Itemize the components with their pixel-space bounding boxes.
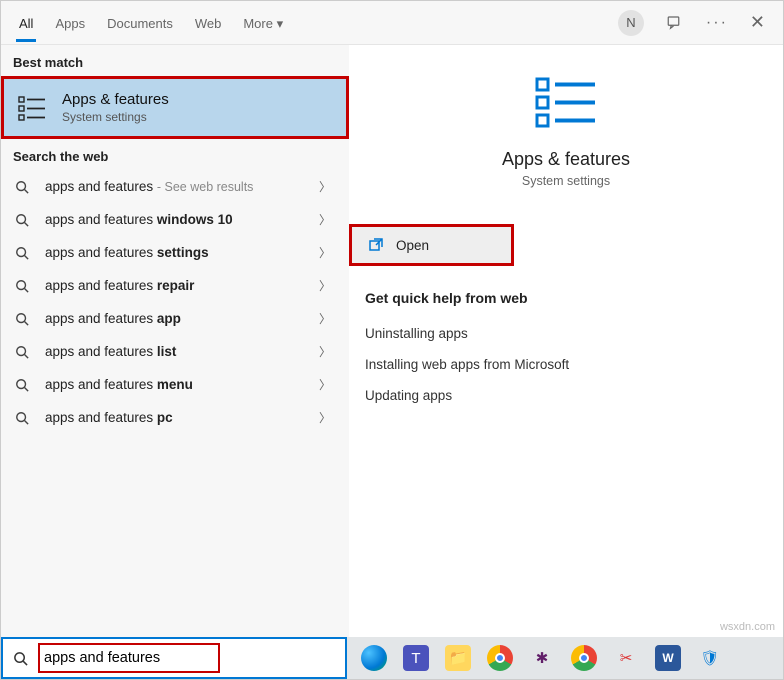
details-title: Apps & features — [502, 149, 630, 170]
tab-all[interactable]: All — [19, 4, 33, 41]
taskbar-chrome-icon[interactable] — [487, 645, 513, 671]
web-results-list: apps and features - See web results〉apps… — [1, 170, 349, 434]
details-subtitle: System settings — [522, 174, 610, 188]
taskbar-word-icon[interactable]: W — [655, 645, 681, 671]
search-icon — [3, 651, 38, 666]
help-link-uninstalling[interactable]: Uninstalling apps — [349, 318, 783, 349]
best-match-title: Apps & features — [62, 91, 169, 108]
chevron-right-icon: 〉 — [319, 409, 335, 426]
chevron-right-icon: 〉 — [319, 178, 335, 195]
web-result-item[interactable]: apps and features pc 〉 — [1, 401, 349, 434]
search-icon — [15, 312, 31, 326]
search-icon — [15, 378, 31, 392]
open-icon — [368, 237, 384, 253]
apps-features-icon — [18, 93, 48, 123]
tab-apps[interactable]: Apps — [55, 4, 85, 41]
chevron-right-icon: 〉 — [319, 244, 335, 261]
web-result-item[interactable]: apps and features windows 10 〉 — [1, 203, 349, 236]
web-result-item[interactable]: apps and features repair 〉 — [1, 269, 349, 302]
taskbar-teams-icon[interactable]: T — [403, 645, 429, 671]
web-result-item[interactable]: apps and features - See web results 〉 — [1, 170, 349, 203]
main-area: Best match Apps & features System settin… — [1, 45, 783, 637]
web-result-text: apps and features menu — [45, 377, 193, 392]
web-result-text: apps and features list — [45, 344, 176, 359]
avatar[interactable]: N — [618, 10, 644, 36]
open-button[interactable]: Open — [349, 224, 514, 266]
details-panel: Apps & features System settings Open Get… — [349, 45, 783, 637]
search-box[interactable] — [1, 637, 347, 679]
search-icon — [15, 279, 31, 293]
taskbar-explorer-icon[interactable]: 📁 — [445, 645, 471, 671]
tab-documents[interactable]: Documents — [107, 4, 173, 41]
web-result-text: apps and features windows 10 — [45, 212, 233, 227]
chevron-down-icon: ▾ — [277, 16, 284, 31]
results-panel: Best match Apps & features System settin… — [1, 45, 349, 637]
chevron-right-icon: 〉 — [319, 211, 335, 228]
taskbar-edge-icon[interactable] — [361, 645, 387, 671]
help-link-updating[interactable]: Updating apps — [349, 380, 783, 411]
top-tabs-bar: All Apps Documents Web More ▾ N ··· ✕ — [1, 1, 783, 45]
search-highlight — [38, 643, 220, 673]
open-label: Open — [396, 238, 429, 253]
taskbar-slack-icon[interactable]: ✱ — [529, 645, 555, 671]
search-icon — [15, 213, 31, 227]
search-icon — [15, 411, 31, 425]
web-result-text: apps and features pc — [45, 410, 173, 425]
chevron-right-icon: 〉 — [319, 310, 335, 327]
best-match-label: Best match — [1, 45, 349, 76]
best-match-subtitle: System settings — [62, 110, 169, 124]
taskbar-snip-icon[interactable]: ✂ — [613, 645, 639, 671]
web-result-item[interactable]: apps and features settings 〉 — [1, 236, 349, 269]
chevron-right-icon: 〉 — [319, 343, 335, 360]
search-icon — [15, 180, 31, 194]
search-icon — [15, 246, 31, 260]
close-icon[interactable]: ✕ — [750, 12, 765, 33]
best-match-result[interactable]: Apps & features System settings — [1, 76, 349, 139]
web-result-item[interactable]: apps and features list 〉 — [1, 335, 349, 368]
taskbar: T 📁 ✱ ✂ W 🛡 — [347, 637, 783, 679]
search-icon — [15, 345, 31, 359]
feedback-icon[interactable] — [666, 14, 684, 32]
web-result-text: apps and features repair — [45, 278, 194, 293]
taskbar-chrome2-icon[interactable] — [571, 645, 597, 671]
search-web-label: Search the web — [1, 139, 349, 170]
chevron-right-icon: 〉 — [319, 376, 335, 393]
chevron-right-icon: 〉 — [319, 277, 335, 294]
details-hero: Apps & features System settings — [349, 45, 783, 206]
tab-more[interactable]: More ▾ — [243, 4, 283, 42]
web-result-item[interactable]: apps and features menu 〉 — [1, 368, 349, 401]
watermark: wsxdn.com — [720, 621, 775, 633]
web-result-text: apps and features - See web results — [45, 179, 253, 194]
help-link-installing[interactable]: Installing web apps from Microsoft — [349, 349, 783, 380]
quick-help-label: Get quick help from web — [349, 266, 783, 318]
search-input[interactable] — [44, 647, 214, 669]
bottom-bar: T 📁 ✱ ✂ W 🛡 — [1, 637, 783, 679]
apps-features-large-icon — [533, 75, 599, 131]
taskbar-security-icon[interactable]: 🛡 — [697, 645, 723, 671]
tab-web[interactable]: Web — [195, 4, 222, 41]
web-result-text: apps and features app — [45, 311, 181, 326]
web-result-item[interactable]: apps and features app 〉 — [1, 302, 349, 335]
more-options-icon[interactable]: ··· — [706, 14, 728, 32]
web-result-text: apps and features settings — [45, 245, 209, 260]
